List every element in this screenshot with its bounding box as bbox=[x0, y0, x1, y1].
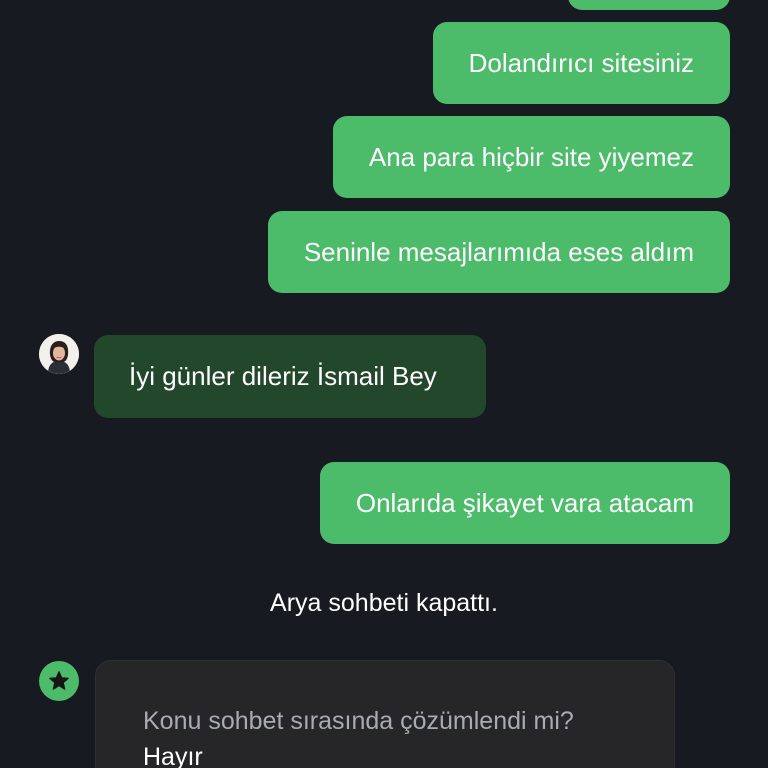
satisfaction-survey-card: Konu sohbet sırasında çözümlendi mi? Hay… bbox=[95, 660, 675, 768]
star-icon-glyph bbox=[49, 671, 69, 690]
survey-question: Konu sohbet sırasında çözümlendi mi? bbox=[143, 707, 574, 735]
agent-message: İyi günler dileriz İsmail Bey bbox=[94, 335, 486, 418]
outgoing-message: Dolandırıcı sitesiniz bbox=[432, 22, 730, 104]
outgoing-message-partial bbox=[568, 0, 730, 10]
chat-screen: Dolandırıcı sitesiniz Ana para hiçbir si… bbox=[0, 0, 768, 768]
message-text: İyi günler dileriz İsmail Bey bbox=[129, 361, 437, 391]
message-text: Onlarıda şikayet vara atacam bbox=[355, 488, 694, 518]
chat-closed-notice: Arya sohbeti kapattı. bbox=[270, 589, 498, 617]
survey-answer: Hayır bbox=[143, 743, 203, 768]
outgoing-message: Onlarıda şikayet vara atacam bbox=[319, 462, 730, 544]
message-text: Seninle mesajlarımıda eses aldım bbox=[303, 237, 694, 267]
agent-avatar-icon bbox=[39, 334, 79, 374]
outgoing-message: Seninle mesajlarımıda eses aldım bbox=[267, 211, 730, 293]
outgoing-message: Ana para hiçbir site yiyemez bbox=[332, 116, 730, 198]
agent-avatar bbox=[39, 334, 79, 374]
message-text: Dolandırıcı sitesiniz bbox=[468, 48, 694, 78]
message-text: Ana para hiçbir site yiyemez bbox=[368, 142, 694, 172]
star-icon bbox=[39, 661, 79, 701]
